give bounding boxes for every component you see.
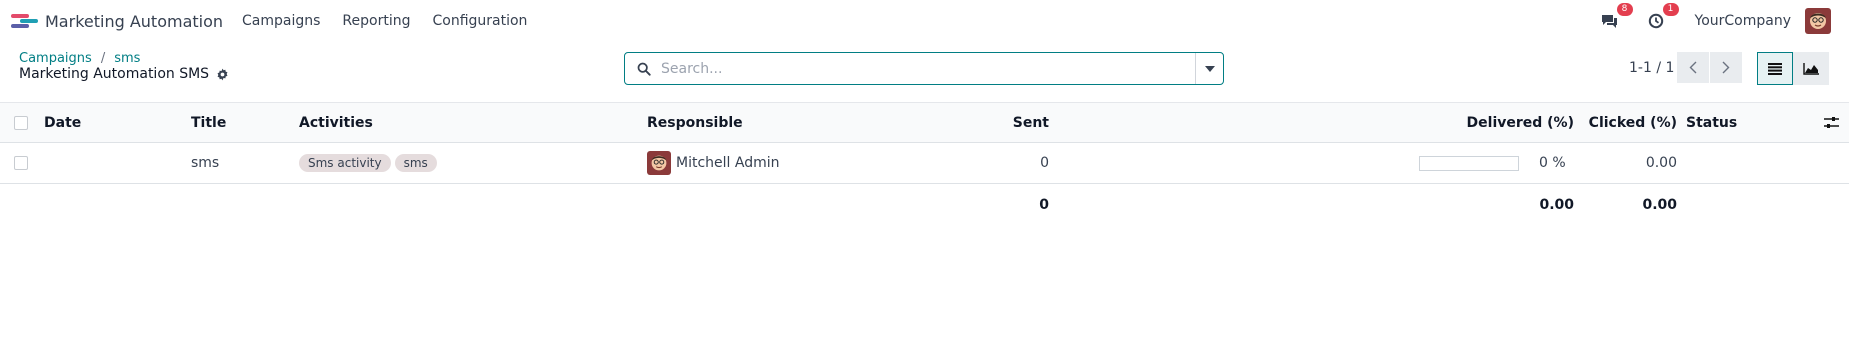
total-sent: 0 — [1039, 196, 1049, 213]
top-menu: Campaigns Reporting Configuration — [231, 13, 538, 29]
total-delivered: 0.00 — [1539, 196, 1574, 213]
pager-previous-button[interactable] — [1677, 52, 1709, 83]
chat-icon — [1602, 15, 1617, 28]
app-brand[interactable]: Marketing Automation — [11, 12, 223, 31]
column-header-title[interactable]: Title — [191, 103, 226, 142]
list-view-button[interactable] — [1757, 52, 1793, 85]
column-settings-button[interactable] — [1824, 103, 1839, 142]
messages-badge: 8 — [1616, 3, 1633, 16]
breadcrumb-separator: / — [100, 51, 106, 66]
odoo-logo-icon — [11, 14, 38, 28]
chevron-right-icon — [1722, 61, 1730, 74]
cell-activities: Sms activity sms — [299, 143, 441, 183]
table-row[interactable]: sms Sms activity sms Mitchell Admin 0 0 … — [0, 143, 1849, 184]
column-header-sent[interactable]: Sent — [900, 103, 1049, 142]
view-switcher — [1757, 52, 1829, 85]
row-checkbox[interactable] — [14, 156, 28, 170]
search-bar — [624, 52, 1224, 85]
column-settings-icon — [1824, 117, 1839, 128]
column-header-status[interactable]: Status — [1686, 103, 1737, 142]
select-all-checkbox[interactable] — [14, 115, 28, 130]
select-all-cell — [14, 103, 28, 142]
search-options-toggle[interactable] — [1195, 53, 1223, 84]
clock-icon — [1648, 13, 1663, 29]
list-table: Date Title Activities Responsible Sent D… — [0, 102, 1849, 225]
activities-button[interactable]: 1 — [1647, 3, 1679, 30]
column-header-delivered[interactable]: Delivered (%) — [1400, 103, 1574, 142]
activities-badge: 1 — [1662, 3, 1679, 16]
gear-icon[interactable] — [216, 68, 229, 81]
row-select-cell — [14, 143, 28, 183]
menu-configuration[interactable]: Configuration — [421, 13, 538, 29]
list-view-icon — [1768, 62, 1782, 75]
page-title: Marketing Automation SMS — [19, 66, 229, 82]
caret-down-icon — [1204, 65, 1215, 72]
main-navbar: Marketing Automation Campaigns Reporting… — [0, 0, 1849, 42]
table-header: Date Title Activities Responsible Sent D… — [0, 102, 1849, 143]
cell-clicked: 0.00 — [1645, 155, 1677, 171]
systray: 8 1 YourCompany — [1573, 0, 1831, 42]
company-switcher[interactable]: YourCompany — [1695, 13, 1792, 29]
messages-button[interactable]: 8 — [1601, 3, 1633, 30]
cell-title: sms — [191, 155, 220, 171]
app-name: Marketing Automation — [45, 11, 224, 31]
search-icon — [637, 62, 651, 76]
responsible-avatar — [647, 151, 671, 175]
graph-view-icon — [1803, 62, 1819, 75]
delivered-progress-bar — [1419, 155, 1519, 171]
user-avatar[interactable] — [1805, 8, 1831, 34]
column-header-activities[interactable]: Activities — [299, 103, 373, 142]
pager-next-button[interactable] — [1710, 52, 1742, 83]
cell-sent: 0 — [1040, 155, 1049, 171]
breadcrumb-sms[interactable]: sms — [114, 51, 140, 66]
search-input[interactable] — [661, 60, 1181, 77]
cell-delivered: 0 % — [1419, 143, 1566, 183]
pager-buttons — [1677, 52, 1742, 83]
pager-value[interactable]: 1-1 / 1 — [1629, 60, 1674, 76]
activity-tag: Sms activity — [299, 154, 391, 172]
delivered-percentage: 0 % — [1539, 155, 1566, 171]
breadcrumb: Campaigns / sms — [19, 51, 140, 66]
column-header-responsible[interactable]: Responsible — [647, 103, 743, 142]
column-header-clicked[interactable]: Clicked (%) — [1580, 103, 1677, 142]
cell-responsible: Mitchell Admin — [647, 143, 780, 183]
breadcrumb-campaigns[interactable]: Campaigns — [19, 51, 92, 66]
menu-reporting[interactable]: Reporting — [331, 13, 421, 29]
responsible-name: Mitchell Admin — [676, 155, 780, 171]
page-title-text: Marketing Automation SMS — [19, 66, 210, 82]
table-footer-totals: 0 0.00 0.00 — [0, 184, 1849, 225]
chevron-left-icon — [1689, 61, 1697, 74]
column-header-date[interactable]: Date — [44, 103, 81, 142]
menu-campaigns[interactable]: Campaigns — [231, 13, 331, 29]
activity-tag: sms — [394, 154, 437, 172]
total-clicked: 0.00 — [1642, 196, 1677, 213]
graph-view-button[interactable] — [1793, 52, 1829, 85]
